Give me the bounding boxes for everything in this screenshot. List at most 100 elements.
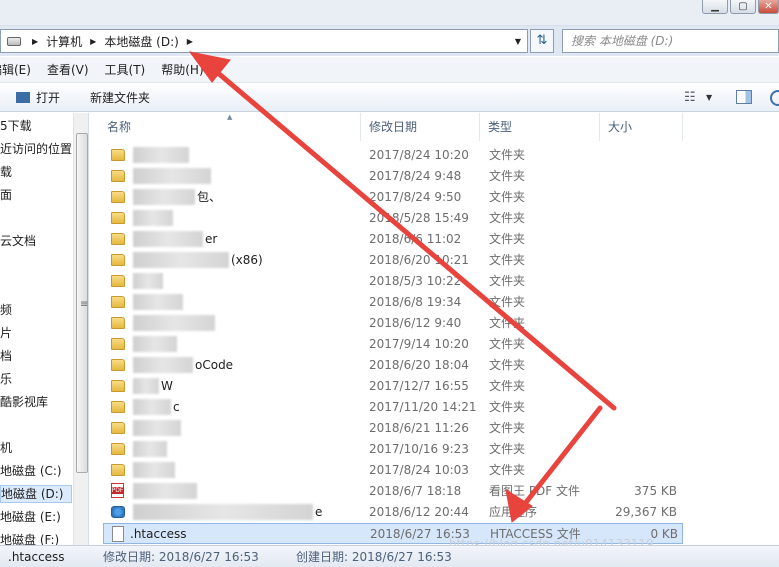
breadcrumb-drive-d[interactable]: 本地磁盘 (D:) [101,33,181,50]
new-folder-button[interactable]: 新建文件夹 [90,84,150,112]
nav-item-drive-e[interactable]: 地磁盘 (E:) [0,509,61,525]
open-icon [16,92,30,103]
grip-icon: ≡ [80,299,89,310]
folder-icon [111,359,125,371]
drive-icon [7,36,21,46]
search-input[interactable]: 搜索 本地磁盘 (D:) [562,29,779,53]
file-row[interactable]: 2017/8/24 9:48 文件夹 [103,166,683,187]
maximize-button[interactable]: ▢ [730,0,756,14]
folder-icon [111,380,125,392]
view-options-icon[interactable]: ☷ [684,91,696,105]
file-row[interactable]: 2017/8/24 10:20 文件夹 [103,145,683,166]
nav-item[interactable]: 机 [0,440,12,456]
folder-icon [111,338,125,350]
nav-item[interactable]: 近访问的位置 [0,141,72,157]
command-bar: 打开 新建文件夹 ☷ ▼ [0,84,779,112]
redacted-name [133,273,163,289]
status-created: 创建日期: 2018/6/27 16:53 [296,550,452,564]
file-row[interactable]: er 2018/6/6 11:02 文件夹 [103,229,683,250]
folder-icon [111,149,125,161]
nav-item-drive-f[interactable]: 地磁盘 (F:) [0,532,59,545]
breadcrumb-computer[interactable]: 计算机 [43,33,85,50]
nav-item[interactable]: 面 [0,187,12,203]
nav-item[interactable]: 酷影视库 [0,394,48,410]
nav-item[interactable]: 乐 [0,371,12,387]
file-date: 2017/9/14 10:20 [369,337,469,351]
file-row[interactable]: 2017/9/14 10:20 文件夹 [103,334,683,355]
file-type: 文件夹 [489,190,526,204]
file-row[interactable]: c 2017/11/20 14:21 文件夹 [103,397,683,418]
column-name[interactable]: 名称 [99,113,361,141]
chevron-right-icon[interactable]: ▶ [182,37,198,46]
redacted-name [133,462,175,478]
file-date: 2017/10/16 9:23 [369,442,469,456]
file-type: 文件夹 [489,274,526,288]
file-row[interactable]: (x86) 2018/6/20 10:21 文件夹 [103,250,683,271]
folder-icon [111,401,125,413]
nav-item[interactable]: 5下载 [0,118,32,134]
folder-icon [111,317,125,329]
file-row[interactable]: 2018/6/21 11:26 文件夹 [103,418,683,439]
file-type: 文件夹 [489,463,526,477]
status-filename: .htaccess [8,550,65,564]
folder-icon [111,212,125,224]
file-row[interactable]: 2017/8/24 10:03 文件夹 [103,460,683,481]
redacted-name [133,147,189,163]
menu-help[interactable]: 帮助(H) [153,61,211,78]
open-button[interactable]: 打开 [16,84,60,112]
nav-item-drive-c[interactable]: 地磁盘 (C:) [0,463,62,479]
refresh-button[interactable]: ⇅ [530,29,554,53]
nav-item[interactable]: 片 [0,325,12,341]
details-pane: .htaccess 修改日期: 2018/6/27 16:53 创建日期: 20… [0,545,779,567]
redacted-name [133,441,167,457]
nav-scroll-thumb[interactable]: ≡ [76,133,88,473]
nav-scrollbar[interactable]: ≡ [73,113,88,545]
redacted-name [133,420,181,436]
file-row[interactable]: 2018/6/8 19:34 文件夹 [103,292,683,313]
file-row[interactable]: 2017/10/16 9:23 文件夹 [103,439,683,460]
minimize-button[interactable]: ▁ [702,0,728,14]
nav-item[interactable]: 载 [0,164,12,180]
address-dropdown-icon[interactable]: ▼ [509,37,527,46]
redacted-name [133,399,171,415]
file-type: 文件夹 [489,211,526,225]
file-type: 文件夹 [489,253,526,267]
redacted-name [133,336,177,352]
close-button[interactable]: ✕ [758,0,779,14]
view-dropdown-icon[interactable]: ▼ [706,93,712,102]
column-date[interactable]: 修改日期 [361,113,480,141]
chevron-right-icon[interactable]: ▶ [85,37,101,46]
file-date: 2018/5/3 10:22 [369,274,462,288]
menu-tools[interactable]: 工具(T) [97,61,154,78]
nav-item[interactable]: 档 [0,348,12,364]
chevron-right-icon[interactable]: ▶ [27,37,43,46]
column-size[interactable]: 大小 [600,113,683,141]
menu-edit[interactable]: 编辑(E) [0,61,39,78]
address-bar[interactable]: ▶ 计算机 ▶ 本地磁盘 (D:) ▶ ▼ [0,29,528,53]
refresh-icon: ⇅ [536,33,548,48]
preview-pane-icon[interactable] [736,90,752,104]
nav-item[interactable]: 云文档 [0,233,36,249]
file-type: 文件夹 [489,295,526,309]
title-strip: ▁ ▢ ✕ [0,0,779,26]
folder-icon [111,296,125,308]
file-row[interactable]: e 2018/6/12 20:44 应用程序 29,367 KB [103,502,683,523]
file-type: 看图王 PDF 文件 [489,484,581,498]
menu-view[interactable]: 查看(V) [39,61,97,78]
file-row[interactable]: 2018/6/7 18:18 看图王 PDF 文件 375 KB [103,481,683,502]
nav-item-drive-d[interactable]: 地磁盘 (D:) [0,485,72,503]
file-type: 文件夹 [489,379,526,393]
file-type: 文件夹 [489,148,526,162]
file-date: 2018/6/7 18:18 [369,484,462,498]
file-date: 2017/8/24 9:50 [369,190,462,204]
file-row[interactable]: W 2017/12/7 16:55 文件夹 [103,376,683,397]
column-type[interactable]: 类型 [480,113,600,141]
nav-item[interactable]: 频 [0,302,12,318]
help-icon[interactable] [770,90,779,106]
folder-icon [111,464,125,476]
file-row[interactable]: oCode 2018/6/20 18:04 文件夹 [103,355,683,376]
file-row[interactable]: 包、 2017/8/24 9:50 文件夹 [103,187,683,208]
file-row[interactable]: 2018/6/12 9:40 文件夹 [103,313,683,334]
file-row[interactable]: 2018/5/28 15:49 文件夹 [103,208,683,229]
file-row[interactable]: 2018/5/3 10:22 文件夹 [103,271,683,292]
